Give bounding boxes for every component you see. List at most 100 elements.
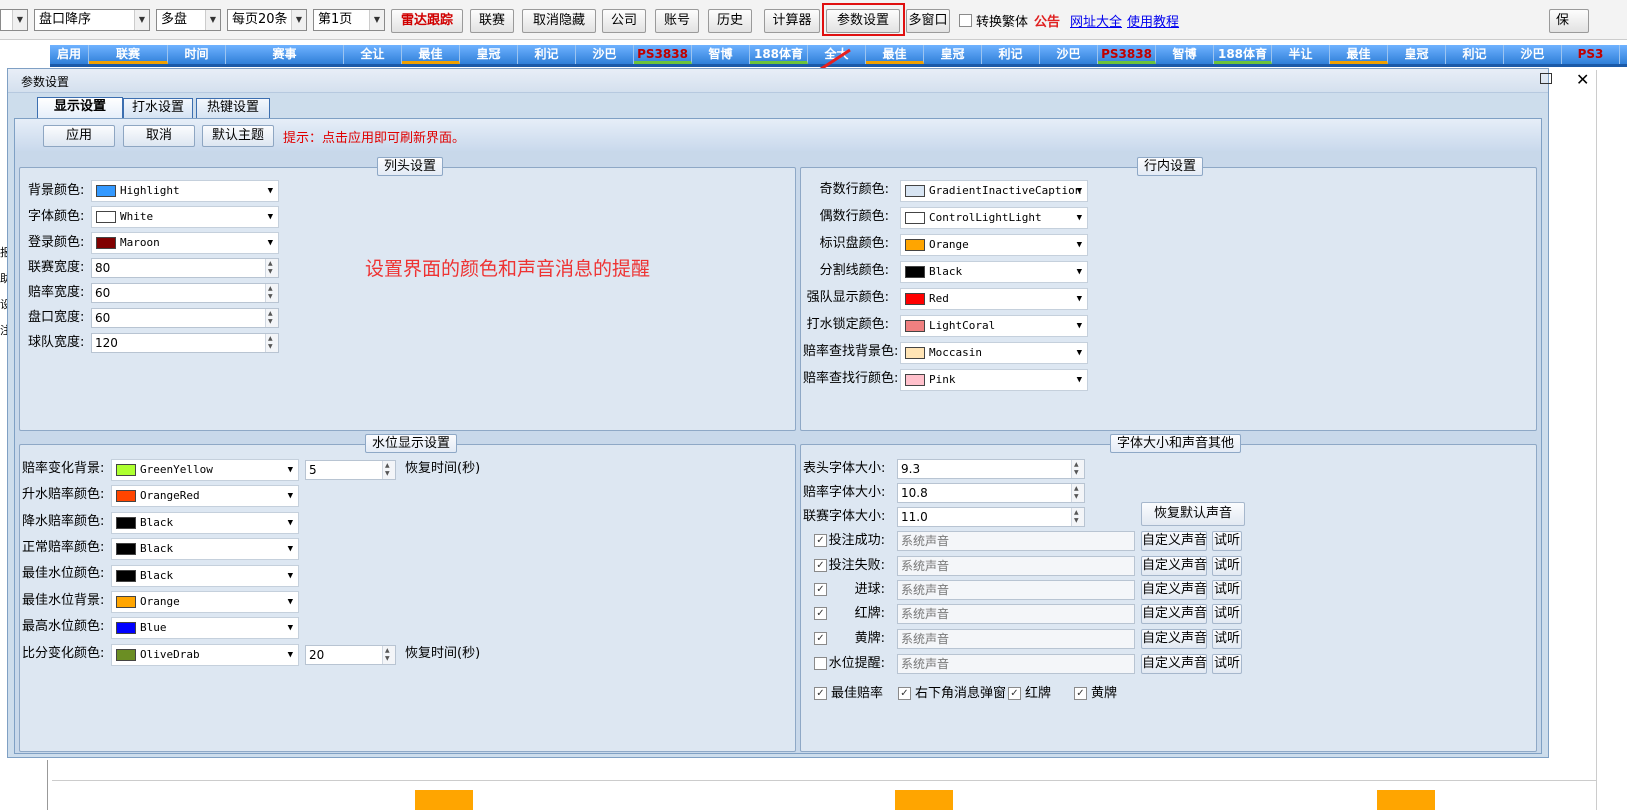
- header-cell[interactable]: 利记: [982, 45, 1040, 64]
- color-dropdown[interactable]: Orange ▼: [900, 234, 1088, 256]
- color-dropdown[interactable]: Blue ▼: [111, 617, 299, 639]
- left-cut-combo[interactable]: ▼: [0, 9, 28, 31]
- custom-sound-button[interactable]: 自定义声音: [1141, 604, 1207, 624]
- color-dropdown[interactable]: Black ▼: [111, 512, 299, 534]
- color-dropdown[interactable]: Red ▼: [900, 288, 1088, 310]
- header-cell[interactable]: 赛事: [226, 45, 344, 64]
- color-dropdown[interactable]: Black ▼: [111, 565, 299, 587]
- color-dropdown[interactable]: Maroon ▼: [91, 232, 279, 254]
- sound-path-field[interactable]: 系统声音: [897, 556, 1135, 576]
- apply-button[interactable]: 应用: [43, 125, 115, 147]
- color-dropdown[interactable]: ControlLightLight ▼: [900, 207, 1088, 229]
- tutorial-link[interactable]: 使用教程: [1127, 11, 1179, 30]
- option-checkbox[interactable]: ✓: [1008, 687, 1021, 700]
- league-button[interactable]: 联赛: [470, 9, 514, 33]
- option-checkbox[interactable]: ✓: [814, 687, 827, 700]
- test-sound-button[interactable]: 试听: [1212, 580, 1242, 600]
- header-cell[interactable]: 皇冠: [1388, 45, 1446, 64]
- sound-path-field[interactable]: 系统声音: [897, 654, 1135, 674]
- test-sound-button[interactable]: 试听: [1212, 556, 1242, 576]
- header-cell[interactable]: 188体育: [1214, 45, 1272, 64]
- font-size-stepper[interactable]: 9.3 ▲ ▼: [897, 459, 1085, 479]
- spin-buttons[interactable]: ▲ ▼: [382, 646, 395, 664]
- number-stepper[interactable]: 120 ▲ ▼: [91, 333, 279, 353]
- spin-buttons[interactable]: ▲ ▼: [1071, 508, 1084, 526]
- header-cell[interactable]: 全让: [344, 45, 402, 64]
- spin-buttons[interactable]: ▲ ▼: [265, 309, 278, 327]
- header-cell[interactable]: 最佳: [402, 45, 460, 64]
- color-dropdown[interactable]: OliveDrab ▼: [111, 644, 299, 666]
- header-cell[interactable]: 启用: [50, 45, 89, 64]
- custom-sound-button[interactable]: 自定义声音: [1141, 629, 1207, 649]
- test-sound-button[interactable]: 试听: [1212, 604, 1242, 624]
- font-size-stepper[interactable]: 10.8 ▲ ▼: [897, 483, 1085, 503]
- header-cell[interactable]: 半让: [1272, 45, 1330, 64]
- header-cell[interactable]: 皇冠: [460, 45, 518, 64]
- sites-link[interactable]: 网址大全: [1070, 11, 1122, 30]
- header-cell[interactable]: PS3: [1562, 45, 1620, 64]
- sound-path-field[interactable]: 系统声音: [897, 580, 1135, 600]
- color-dropdown[interactable]: Black ▼: [111, 538, 299, 560]
- header-cell[interactable]: 最佳: [866, 45, 924, 64]
- traditional-checkbox[interactable]: [959, 14, 972, 27]
- cancel-button[interactable]: 取消: [123, 125, 195, 147]
- sound-path-field[interactable]: 系统声音: [897, 531, 1135, 551]
- header-cell[interactable]: 沙巴: [576, 45, 634, 64]
- header-cell[interactable]: 利记: [1446, 45, 1504, 64]
- color-dropdown[interactable]: GreenYellow ▼: [111, 459, 299, 481]
- custom-sound-button[interactable]: 自定义声音: [1141, 531, 1207, 551]
- tab-hotkeys[interactable]: 热键设置: [196, 98, 270, 118]
- test-sound-button[interactable]: 试听: [1212, 531, 1242, 551]
- settings-button[interactable]: 参数设置: [826, 9, 900, 33]
- color-dropdown[interactable]: Black ▼: [900, 261, 1088, 283]
- color-dropdown[interactable]: White ▼: [91, 206, 279, 228]
- history-button[interactable]: 历史: [708, 9, 752, 33]
- spin-buttons[interactable]: ▲ ▼: [265, 334, 278, 352]
- header-cell[interactable]: 最佳: [1330, 45, 1388, 64]
- number-stepper[interactable]: 60 ▲ ▼: [91, 283, 279, 303]
- custom-sound-button[interactable]: 自定义声音: [1141, 654, 1207, 674]
- sound-path-field[interactable]: 系统声音: [897, 604, 1135, 624]
- market-combo[interactable]: 多盘 ▼: [156, 9, 221, 31]
- header-cell[interactable]: 沙巴: [1504, 45, 1562, 64]
- color-dropdown[interactable]: Highlight ▼: [91, 180, 279, 202]
- spin-buttons[interactable]: ▲ ▼: [382, 461, 395, 479]
- tab-display[interactable]: 显示设置: [37, 97, 123, 119]
- radar-button[interactable]: 雷达跟踪: [391, 9, 463, 33]
- default-theme-button[interactable]: 默认主题: [202, 125, 274, 147]
- sound-path-field[interactable]: 系统声音: [897, 629, 1135, 649]
- color-dropdown[interactable]: Moccasin ▼: [900, 342, 1088, 364]
- header-cell[interactable]: 智博: [1156, 45, 1214, 64]
- restore-default-sound-button[interactable]: 恢复默认声音: [1141, 502, 1245, 526]
- color-dropdown[interactable]: Orange ▼: [111, 591, 299, 613]
- color-dropdown[interactable]: GradientInactiveCaption ▼: [900, 180, 1088, 202]
- number-stepper[interactable]: 60 ▲ ▼: [91, 308, 279, 328]
- option-checkbox[interactable]: ✓: [1074, 687, 1087, 700]
- close-icon[interactable]: ✕: [1576, 70, 1589, 89]
- notice-link[interactable]: 公告: [1034, 11, 1060, 30]
- account-button[interactable]: 账号: [655, 9, 699, 33]
- header-cell[interactable]: PS3838: [634, 45, 692, 64]
- spin-buttons[interactable]: ▲ ▼: [265, 284, 278, 302]
- number-stepper[interactable]: 80 ▲ ▼: [91, 258, 279, 278]
- test-sound-button[interactable]: 试听: [1212, 654, 1242, 674]
- sort-combo[interactable]: 盘口降序 ▼: [34, 9, 150, 31]
- restore-time-stepper[interactable]: 5 ▲ ▼: [305, 460, 396, 480]
- spin-buttons[interactable]: ▲ ▼: [1071, 484, 1084, 502]
- header-cell[interactable]: 皇冠: [924, 45, 982, 64]
- test-sound-button[interactable]: 试听: [1212, 629, 1242, 649]
- header-cell[interactable]: 时间: [168, 45, 226, 64]
- custom-sound-button[interactable]: 自定义声音: [1141, 580, 1207, 600]
- color-dropdown[interactable]: OrangeRed ▼: [111, 485, 299, 507]
- maximize-icon[interactable]: [1540, 73, 1552, 84]
- unhide-button[interactable]: 取消隐藏: [522, 9, 596, 33]
- header-cell[interactable]: PS3838: [1098, 45, 1156, 64]
- company-button[interactable]: 公司: [602, 9, 646, 33]
- color-dropdown[interactable]: Pink ▼: [900, 369, 1088, 391]
- header-cell[interactable]: 智博: [692, 45, 750, 64]
- tab-water[interactable]: 打水设置: [123, 98, 193, 118]
- pagesize-combo[interactable]: 每页20条 ▼: [227, 9, 307, 31]
- header-cell[interactable]: 利记: [518, 45, 576, 64]
- header-cell[interactable]: 沙巴: [1040, 45, 1098, 64]
- multi-window-button[interactable]: 多窗口: [906, 9, 950, 33]
